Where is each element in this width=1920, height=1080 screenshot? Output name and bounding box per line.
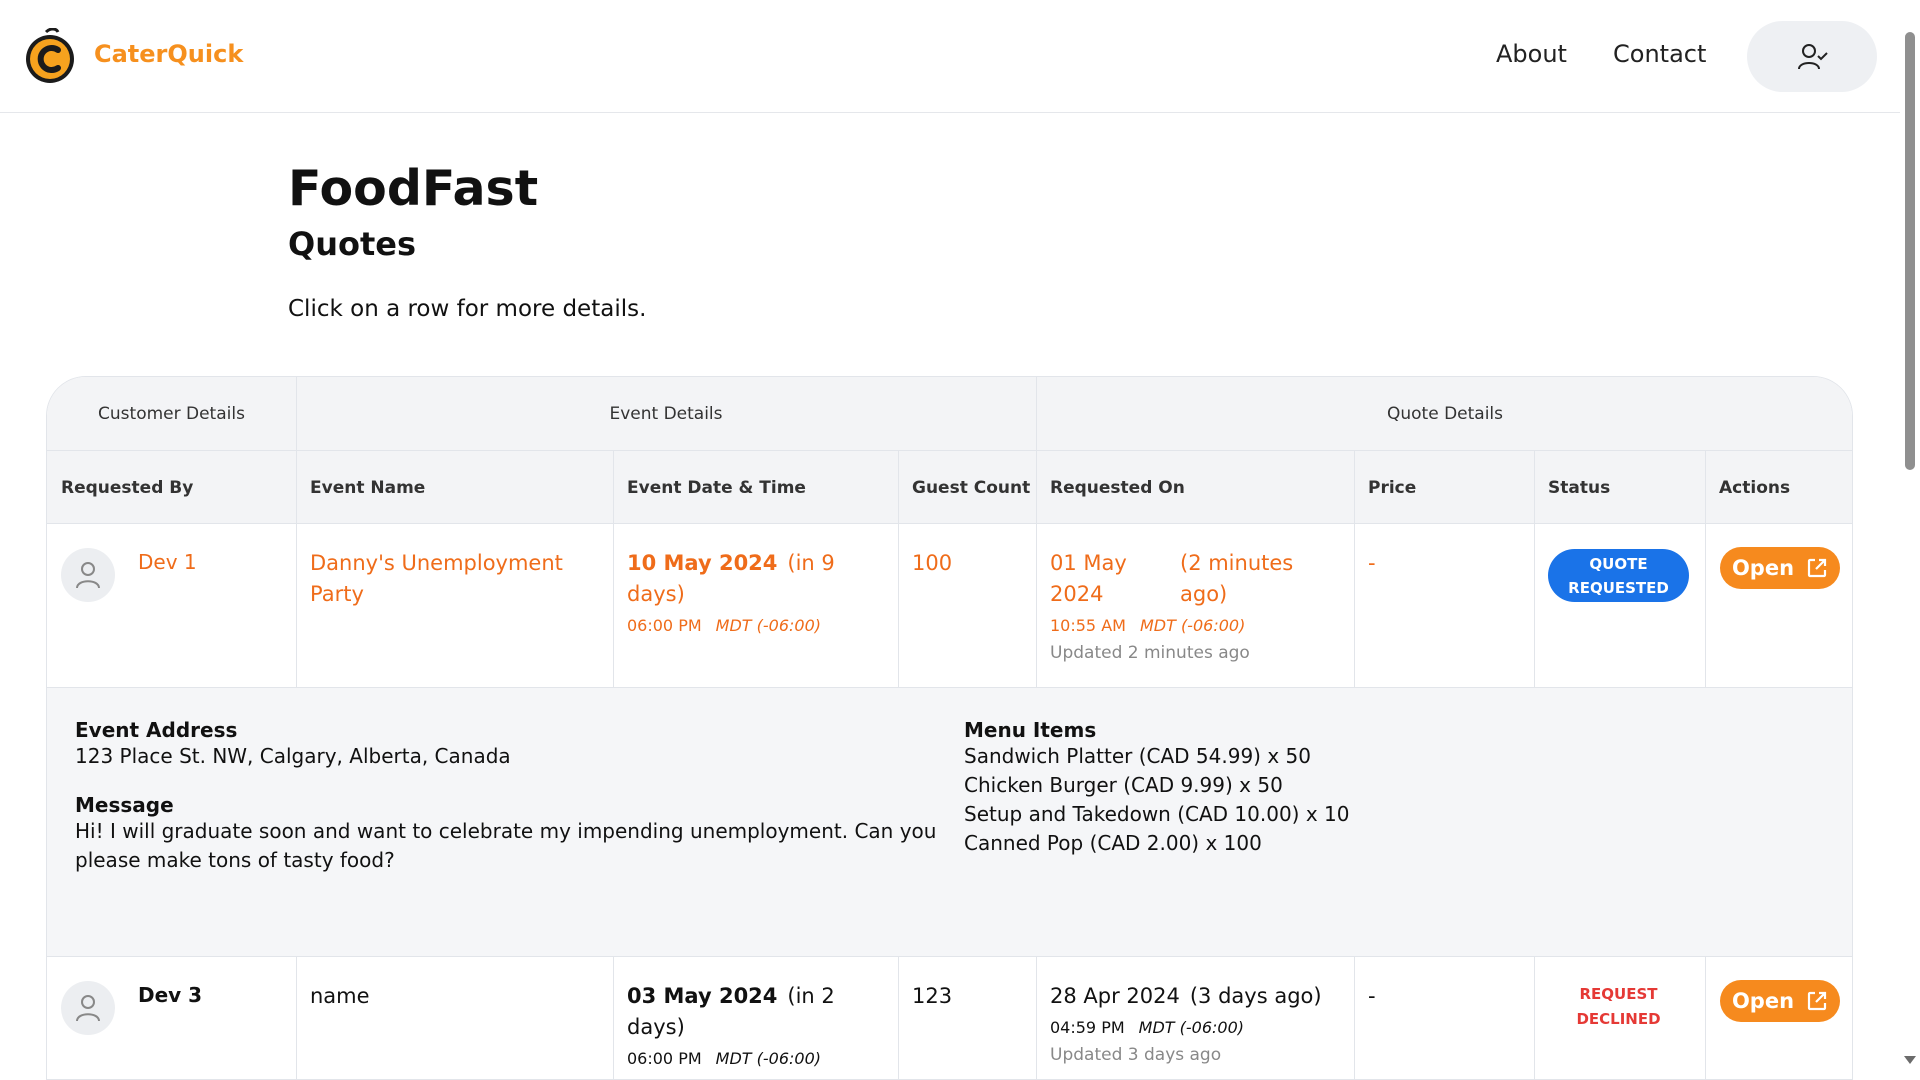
top-navbar: CaterQuick About Contact bbox=[0, 0, 1900, 113]
nav-contact-link[interactable]: Contact bbox=[1613, 40, 1706, 68]
col-requested-on[interactable]: Requested On bbox=[1036, 451, 1354, 524]
event-time: 06:00 PM bbox=[627, 1049, 702, 1068]
open-button-label: Open bbox=[1731, 989, 1795, 1013]
requested-relative: (2 minutes ago) bbox=[1180, 551, 1294, 606]
message-label: Message bbox=[75, 793, 174, 817]
cell-requested-on: 01 May 2024 (2 minutes ago) 10:55 AM MDT … bbox=[1036, 524, 1354, 663]
menu-items-label: Menu Items bbox=[964, 718, 1097, 742]
scrollbar-thumb[interactable] bbox=[1905, 32, 1915, 470]
cell-requested-on: 28 Apr 2024 (3 days ago) 04:59 PM MDT (-06… bbox=[1036, 957, 1354, 1065]
table-row-quote-2[interactable]: Dev 3 name 03 May 2024 (in 2 days) 06:00 … bbox=[47, 957, 1852, 1079]
col-guest-count[interactable]: Guest Count bbox=[898, 451, 1036, 524]
cell-event-datetime: 10 May 2024 (in 9 days) 06:00 PM MDT (-06:… bbox=[613, 524, 898, 635]
updated-text: Updated 3 days ago bbox=[1050, 1045, 1222, 1065]
page-scrollbar[interactable] bbox=[1900, 0, 1920, 1080]
avatar bbox=[61, 548, 115, 602]
details-right: Menu Items Sandwich Platter (CAD 54.99) … bbox=[964, 718, 1664, 858]
open-button-label: Open bbox=[1731, 556, 1795, 580]
requested-date: 28 Apr 2024 bbox=[1050, 984, 1180, 1008]
price: - bbox=[1368, 984, 1376, 1008]
menu-item: Canned Pop (CAD 2.00) x 100 bbox=[964, 831, 1262, 855]
page-subtitle: Quotes bbox=[288, 225, 417, 263]
price: - bbox=[1368, 551, 1376, 575]
details-left: Event Address 123 Place St. NW, Calgary,… bbox=[75, 718, 975, 875]
message-text: Hi! I will graduate soon and want to cel… bbox=[75, 819, 937, 872]
open-quote-button[interactable]: Open bbox=[1720, 980, 1840, 1022]
col-actions: Actions bbox=[1719, 477, 1791, 498]
cell-requested-by: Dev 1 bbox=[47, 524, 296, 602]
quote-details-panel: Event Address 123 Place St. NW, Calgary,… bbox=[47, 688, 1852, 957]
event-name: name bbox=[310, 984, 370, 1008]
col-requested-by[interactable]: Requested By bbox=[47, 451, 296, 524]
status-badge: QUOTE REQUESTED bbox=[1548, 549, 1689, 602]
event-timezone: MDT (-06:00) bbox=[715, 1049, 822, 1068]
group-header-row: Customer Details Event Details Quote Det… bbox=[47, 377, 1852, 451]
table-row-quote-1[interactable]: Dev 1 Danny's Unemployment Party 10 May … bbox=[47, 524, 1852, 688]
col-event-datetime[interactable]: Event Date & Time bbox=[613, 451, 898, 524]
updated-text: Updated 2 minutes ago bbox=[1050, 643, 1250, 663]
column-header-row: Requested By Event Name Event Date & Tim… bbox=[47, 451, 1852, 524]
group-event-details: Event Details bbox=[609, 404, 723, 424]
col-price[interactable]: Price bbox=[1354, 451, 1534, 524]
col-status[interactable]: Status bbox=[1534, 451, 1705, 524]
scroll-down-arrow-icon[interactable] bbox=[1904, 1056, 1916, 1064]
requested-timezone: MDT (-06:00) bbox=[1138, 1018, 1245, 1037]
event-date: 10 May 2024 bbox=[627, 551, 778, 575]
requested-date: 01 May 2024 bbox=[1050, 551, 1127, 606]
open-quote-button[interactable]: Open bbox=[1720, 547, 1840, 589]
user-icon bbox=[76, 995, 100, 1022]
requester-name: Dev 1 bbox=[138, 550, 197, 574]
cell-status: REQUEST DECLINED bbox=[1534, 957, 1705, 1032]
event-name: Danny's Unemployment Party bbox=[310, 551, 563, 606]
event-address-label: Event Address bbox=[75, 718, 238, 742]
menu-item: Chicken Burger (CAD 9.99) x 50 bbox=[964, 773, 1283, 797]
menu-item: Sandwich Platter (CAD 54.99) x 50 bbox=[964, 744, 1311, 768]
menu-item: Setup and Takedown (CAD 10.00) x 10 bbox=[964, 802, 1350, 826]
group-quote-details: Quote Details bbox=[1386, 404, 1504, 424]
requested-timezone: MDT (-06:00) bbox=[1139, 616, 1246, 635]
status-badge: REQUEST DECLINED bbox=[1576, 985, 1661, 1028]
guest-count: 100 bbox=[912, 551, 953, 575]
external-link-icon bbox=[1807, 558, 1827, 578]
requested-time: 04:59 PM bbox=[1050, 1018, 1125, 1037]
user-menu-button[interactable] bbox=[1747, 21, 1877, 92]
cell-status: QUOTE REQUESTED bbox=[1534, 524, 1705, 602]
cell-requested-by: Dev 3 bbox=[47, 957, 296, 1035]
event-time: 06:00 PM bbox=[627, 616, 702, 635]
page-hint: Click on a row for more details. bbox=[288, 296, 647, 322]
col-event-name[interactable]: Event Name bbox=[296, 451, 613, 524]
event-timezone: MDT (-06:00) bbox=[715, 616, 822, 635]
user-icon bbox=[76, 562, 100, 589]
event-address: 123 Place St. NW, Calgary, Alberta, Cana… bbox=[75, 744, 511, 768]
cell-event-datetime: 03 May 2024 (in 2 days) 06:00 PM MDT (-06:… bbox=[613, 957, 898, 1068]
caterquick-logo-icon[interactable] bbox=[24, 28, 76, 84]
quotes-table: Customer Details Event Details Quote Det… bbox=[46, 376, 1853, 1080]
nav-about-link[interactable]: About bbox=[1496, 40, 1567, 68]
page-title: FoodFast bbox=[288, 160, 539, 217]
guest-count: 123 bbox=[912, 984, 953, 1008]
requested-time: 10:55 AM bbox=[1050, 616, 1126, 635]
event-date: 03 May 2024 bbox=[627, 984, 778, 1008]
user-check-icon bbox=[1798, 43, 1828, 69]
external-link-icon bbox=[1807, 991, 1827, 1011]
group-customer-details: Customer Details bbox=[98, 404, 245, 424]
requested-relative: (3 days ago) bbox=[1189, 984, 1322, 1008]
brand-name[interactable]: CaterQuick bbox=[94, 40, 243, 68]
avatar bbox=[61, 981, 115, 1035]
requester-name: Dev 3 bbox=[138, 983, 203, 1007]
